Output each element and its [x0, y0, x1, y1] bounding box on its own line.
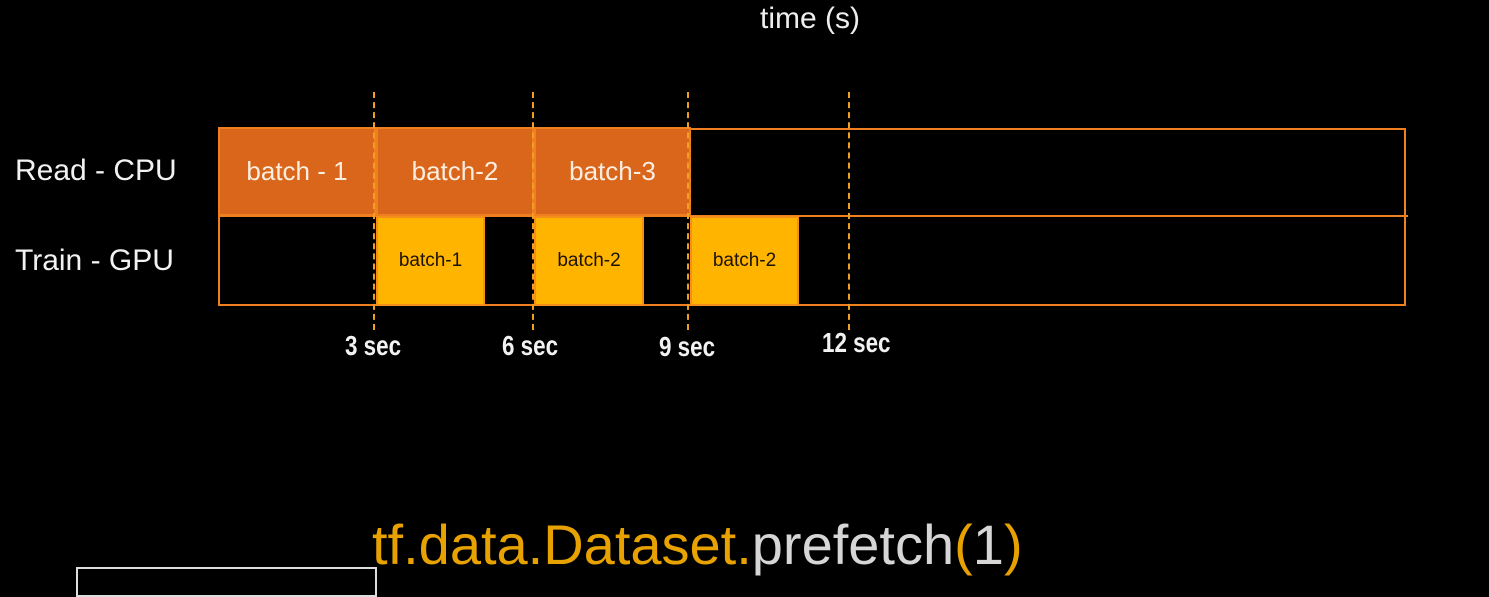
row-label-train-gpu: Train - GPU: [15, 244, 174, 277]
code-method: prefetch: [751, 513, 955, 576]
tick-label-6: 6 sec: [502, 330, 559, 361]
train-block-1: batch-1: [376, 216, 485, 306]
tick-label-9: 9 sec: [659, 331, 716, 362]
read-block-3: batch-3: [534, 127, 691, 216]
tick-label-3: 3 sec: [345, 330, 402, 361]
tick-line-12: [848, 92, 850, 330]
train-block-2: batch-2: [534, 216, 644, 306]
code-paren-open: (: [954, 513, 973, 576]
tick-line-3: [373, 92, 375, 330]
code-caption: tf.data.Dataset.prefetch(1): [372, 512, 1023, 577]
row-label-read-cpu: Read - CPU: [15, 154, 177, 187]
read-block-1: batch - 1: [218, 127, 376, 216]
tick-label-12: 12 sec: [822, 327, 891, 358]
read-block-2: batch-2: [376, 127, 534, 216]
axis-title: time (s): [760, 2, 860, 35]
code-namespace: tf.data.Dataset.: [372, 513, 752, 576]
code-paren-close: ): [1003, 513, 1023, 576]
tick-line-9: [687, 92, 689, 330]
train-block-3: batch-2: [690, 216, 799, 306]
code-arg: 1: [972, 513, 1004, 576]
tick-line-6: [532, 92, 534, 330]
